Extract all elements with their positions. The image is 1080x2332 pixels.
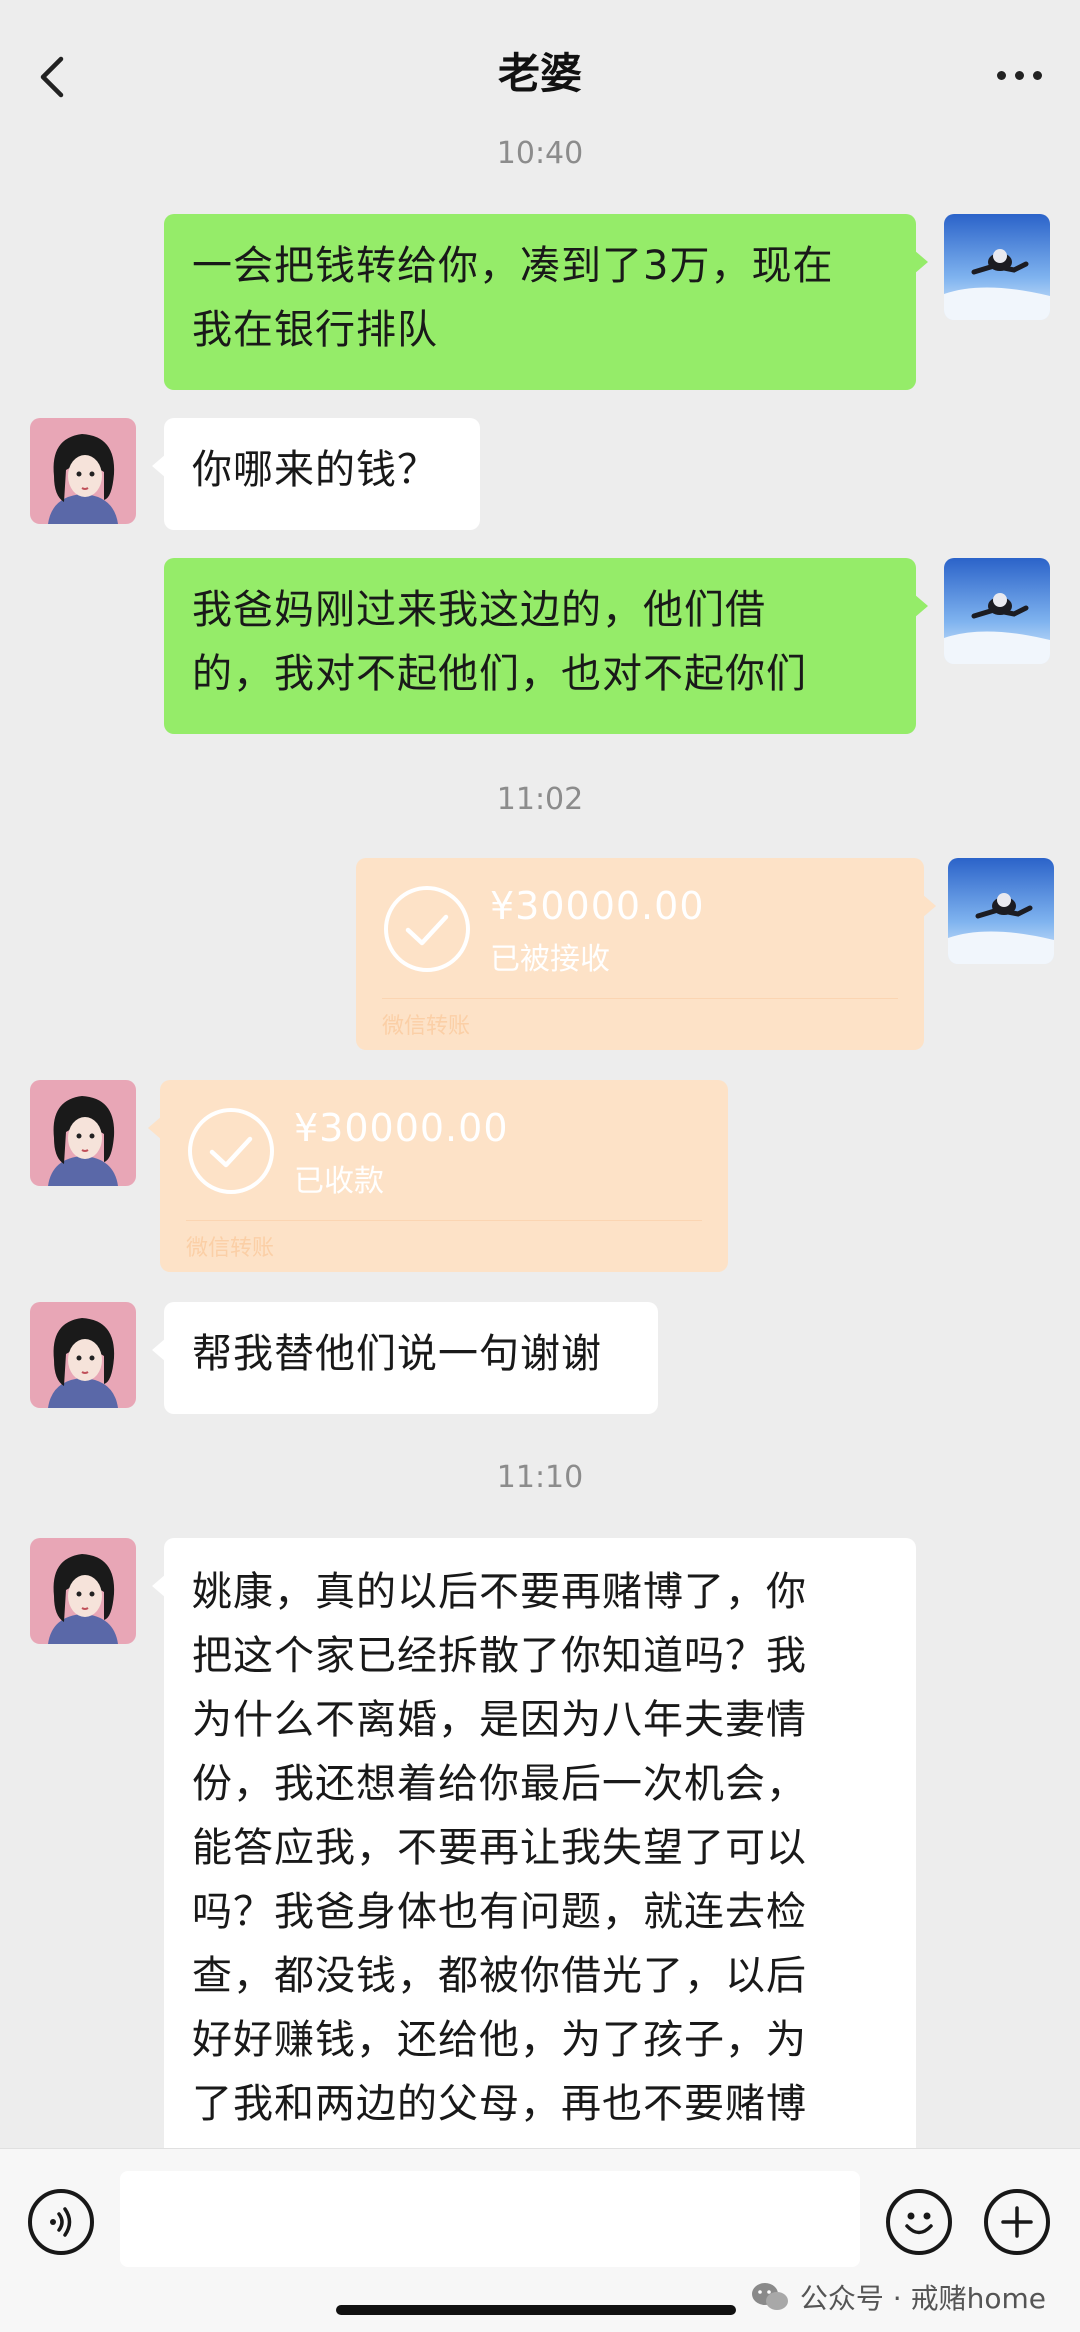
wechat-logo-icon xyxy=(751,2283,788,2310)
message-bubble-received[interactable]: 帮我替他们说一句谢谢 xyxy=(152,1302,658,1414)
plus-icon xyxy=(1001,2206,1033,2238)
message-text-line: 为什么不离婚，是因为八年夫妻情 xyxy=(192,1697,807,1743)
transfer-card-received[interactable]: ¥30000.00 已收款 微信转账 xyxy=(148,1080,728,1272)
contact-avatar[interactable] xyxy=(30,418,136,524)
message-text: 我在银行排队 xyxy=(192,307,438,353)
chat-title: 老婆 xyxy=(497,49,582,98)
message-text-line: 好好赚钱，还给他，为了孩子，为 xyxy=(192,2017,807,2063)
message-bubble-received[interactable]: 姚康，真的以后不要再赌博了，你 把这个家已经拆散了你知道吗？我 为什么不离婚，是… xyxy=(152,1538,916,2178)
message-input[interactable] xyxy=(120,2171,860,2267)
message-text: 一会把钱转给你，凑到了3万，现在 xyxy=(192,243,834,289)
transfer-status: 已被接收 xyxy=(490,942,610,977)
contact-avatar[interactable] xyxy=(30,1538,136,1644)
contact-avatar[interactable] xyxy=(30,1302,136,1408)
avatar-skydiver-image xyxy=(944,214,1050,320)
transfer-footer: 微信转账 xyxy=(186,1236,275,1261)
contact-avatar[interactable] xyxy=(30,1080,136,1186)
message-text-line: 了我和两边的父母，再也不要赌博 xyxy=(192,2081,807,2127)
input-bar: 公众号 · 戒赌home xyxy=(0,2148,1080,2332)
message-text-line: 能答应我，不要再让我失望了可以 xyxy=(192,1825,807,1871)
message-text-line: 把这个家已经拆散了你知道吗？我 xyxy=(192,1633,807,1679)
my-avatar[interactable] xyxy=(944,558,1050,664)
more-dot xyxy=(1032,70,1042,80)
check-circle-icon xyxy=(188,1108,274,1194)
check-circle-icon xyxy=(384,886,470,972)
timestamp: 11:10 xyxy=(496,1460,584,1495)
timestamp: 11:02 xyxy=(496,782,584,817)
watermark-text: 公众号 · 戒赌home xyxy=(799,2282,1046,2315)
transfer-amount: ¥30000.00 xyxy=(294,1106,509,1150)
avatar-girl-illustration xyxy=(30,1302,136,1408)
transfer-footer: 微信转账 xyxy=(382,1014,471,1039)
voice-button[interactable] xyxy=(28,2189,94,2255)
message-text: 我爸妈刚过来我这边的，他们借 xyxy=(192,587,766,633)
avatar-girl-illustration xyxy=(30,418,136,524)
avatar-girl-illustration xyxy=(30,1080,136,1186)
emoji-button[interactable] xyxy=(886,2189,952,2255)
transfer-status: 已收款 xyxy=(294,1164,384,1199)
message-text: 帮我替他们说一句谢谢 xyxy=(192,1331,602,1377)
watermark: 公众号 · 戒赌home xyxy=(750,2277,1046,2317)
message-text: 的，我对不起他们，也对不起你们 xyxy=(192,651,807,697)
home-indicator[interactable] xyxy=(336,2305,736,2315)
message-text-line: 吗？我爸身体也有问题，就连去检 xyxy=(192,1889,807,1935)
chat-header: 老婆 xyxy=(0,0,1080,140)
avatar-skydiver-image xyxy=(944,558,1050,664)
transfer-card-sent[interactable]: ¥30000.00 已被接收 微信转账 xyxy=(356,858,936,1050)
timestamp: 10:40 xyxy=(496,136,584,171)
avatar-girl-illustration xyxy=(30,1538,136,1644)
divider xyxy=(186,1220,702,1221)
plus-button[interactable] xyxy=(984,2189,1050,2255)
more-dots-icon xyxy=(996,70,1006,80)
more-dot xyxy=(1014,70,1024,80)
transfer-amount: ¥30000.00 xyxy=(490,884,705,928)
divider xyxy=(382,998,898,999)
avatar-skydiver-image xyxy=(948,858,1054,964)
message-text: 你哪来的钱？ xyxy=(192,447,438,493)
message-text-line: 姚康，真的以后不要再赌博了，你 xyxy=(192,1569,807,1615)
my-avatar[interactable] xyxy=(944,214,1050,320)
more-button[interactable] xyxy=(984,50,1054,100)
emoji-icon xyxy=(905,2212,933,2235)
message-bubble-sent[interactable]: 一会把钱转给你，凑到了3万，现在 我在银行排队 xyxy=(164,214,928,390)
message-bubble-received[interactable]: 你哪来的钱？ xyxy=(152,418,480,530)
voice-icon xyxy=(50,2207,72,2237)
message-text-line: 查，都没钱，都被你借光了，以后 xyxy=(192,1953,807,1999)
message-text-line: 份，我还想着给你最后一次机会， xyxy=(192,1761,807,1807)
my-avatar[interactable] xyxy=(948,858,1054,964)
message-bubble-sent[interactable]: 我爸妈刚过来我这边的，他们借 的，我对不起他们，也对不起你们 xyxy=(164,558,928,734)
